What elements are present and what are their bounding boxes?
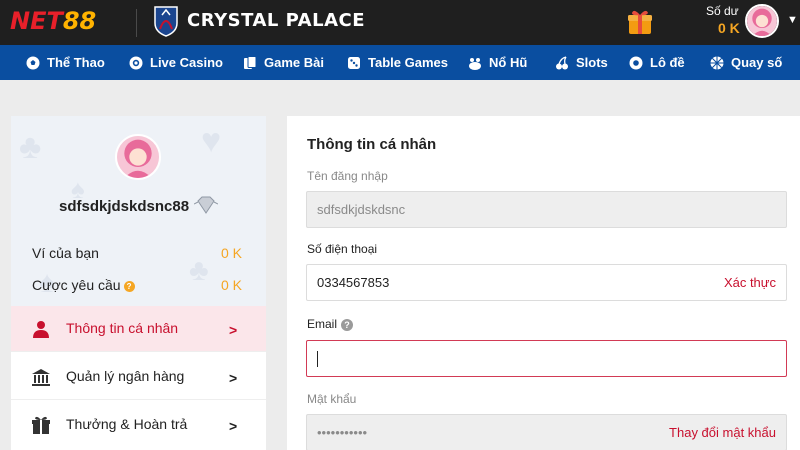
wallet-value: 0 K <box>221 245 243 261</box>
nav-item-table-games[interactable]: Table Games <box>346 45 448 80</box>
casino-chip-icon <box>129 56 143 69</box>
change-password-button[interactable]: Thay đổi mật khẩu <box>669 425 776 440</box>
nav-label: Live Casino <box>150 55 223 70</box>
lucky-wheel-icon <box>710 56 724 69</box>
menu-item-personal-info[interactable]: Thông tin cá nhân > <box>11 306 266 352</box>
balance-value: 0 K <box>718 20 740 36</box>
crystal-palace-crest-icon <box>154 6 178 37</box>
email-input[interactable] <box>306 340 787 377</box>
menu-item-rewards-rebates[interactable]: Thưởng & Hoàn trả > <box>11 402 266 448</box>
menu-item-label: Thưởng & Hoàn trả <box>66 416 188 432</box>
nav-item-no-hu[interactable]: Nổ Hũ <box>467 45 527 80</box>
nav-item-lo-de[interactable]: Lô đề <box>628 45 685 80</box>
cherries-icon <box>556 55 568 69</box>
heart-suit-decoration: ♥ <box>201 122 222 160</box>
help-icon[interactable]: ? <box>341 318 354 331</box>
bank-icon <box>32 369 50 386</box>
gift-icon <box>32 416 50 434</box>
nav-item-quay-so[interactable]: Quay số <box>709 45 782 80</box>
nav-label: Thể Thao <box>47 55 105 70</box>
top-header: NET88 CRYSTAL PALACE Số dư 0 K ▼ <box>0 0 800 45</box>
nav-label: Slots <box>576 55 608 70</box>
nav-label: Game Bài <box>264 55 324 70</box>
diamond-rank-icon <box>194 196 218 214</box>
lottery-ball-icon <box>629 56 643 69</box>
partner-name: CRYSTAL PALACE <box>187 10 366 31</box>
username-label: Tên đăng nhập <box>307 169 388 183</box>
phone-field[interactable]: 0334567853 Xác thực <box>306 264 787 301</box>
chevron-right-icon: > <box>229 322 238 338</box>
dice-icon <box>348 56 360 69</box>
password-field: ••••••••••• Thay đổi mật khẩu <box>306 414 787 450</box>
phone-value: 0334567853 <box>317 275 390 290</box>
username-value: sdfsdkjdskdsnc <box>317 202 406 217</box>
jackpot-icon <box>469 57 481 70</box>
nav-label: Nổ Hũ <box>489 55 528 70</box>
nav-label: Quay số <box>731 55 783 70</box>
nav-item-live-casino[interactable]: Live Casino <box>128 45 223 80</box>
wallet-label: Ví của bạn <box>32 245 99 261</box>
password-value: ••••••••••• <box>317 425 368 440</box>
chevron-right-icon: > <box>229 418 238 434</box>
playing-cards-icon <box>244 55 257 69</box>
phone-label: Số điện thoại <box>307 242 378 256</box>
profile-username: sdfsdkjdskdsnc88 <box>59 198 190 215</box>
user-avatar[interactable] <box>745 4 779 38</box>
nav-label: Table Games <box>368 55 448 70</box>
soccer-ball-icon <box>26 56 40 69</box>
user-icon <box>33 321 49 338</box>
balance-label: Số dư <box>706 4 739 18</box>
nav-item-game-bai[interactable]: Game Bài <box>242 45 324 80</box>
email-label-row: Email? <box>307 317 354 331</box>
menu-item-label: Quản lý ngân hàng <box>66 368 185 384</box>
menu-item-bank-management[interactable]: Quản lý ngân hàng > <box>11 354 266 400</box>
personal-info-panel: Thông tin cá nhân Tên đăng nhập sdfsdkjd… <box>287 116 800 450</box>
header-divider <box>136 9 137 37</box>
nav-item-the-thao[interactable]: Thể Thao <box>25 45 105 80</box>
chevron-right-icon: > <box>229 370 238 386</box>
password-label: Mật khẩu <box>307 392 357 406</box>
club-suit-decoration: ♣ <box>19 128 42 166</box>
club-suit-decoration: ♣ <box>189 254 209 287</box>
bet-requirement-label: Cược yêu cầu? <box>32 277 135 293</box>
help-icon[interactable]: ? <box>123 280 135 292</box>
profile-avatar <box>115 134 161 180</box>
menu-item-label: Thông tin cá nhân <box>66 320 179 336</box>
chevron-down-icon[interactable]: ▼ <box>787 14 798 26</box>
main-navigation: Thể Thao Live Casino Game Bài Table Game… <box>0 45 800 80</box>
net88-logo[interactable]: NET88 <box>10 7 96 35</box>
bet-requirement-value: 0 K <box>221 277 243 293</box>
nav-label: Lô đề <box>650 55 685 70</box>
gift-box-icon[interactable] <box>626 8 654 36</box>
account-sidebar: ♣ ♠ ♥ ♠ ♣ sdfsdkjdskdsnc88 Ví của bạn 0 … <box>11 116 266 450</box>
username-field: sdfsdkjdskdsnc <box>306 191 787 228</box>
nav-item-slots[interactable]: Slots <box>554 45 608 80</box>
verify-phone-button[interactable]: Xác thực <box>724 275 776 290</box>
text-cursor <box>317 350 318 367</box>
profile-card: ♣ ♠ ♥ ♠ ♣ sdfsdkjdskdsnc88 Ví của bạn 0 … <box>11 116 266 306</box>
panel-title: Thông tin cá nhân <box>307 136 437 153</box>
